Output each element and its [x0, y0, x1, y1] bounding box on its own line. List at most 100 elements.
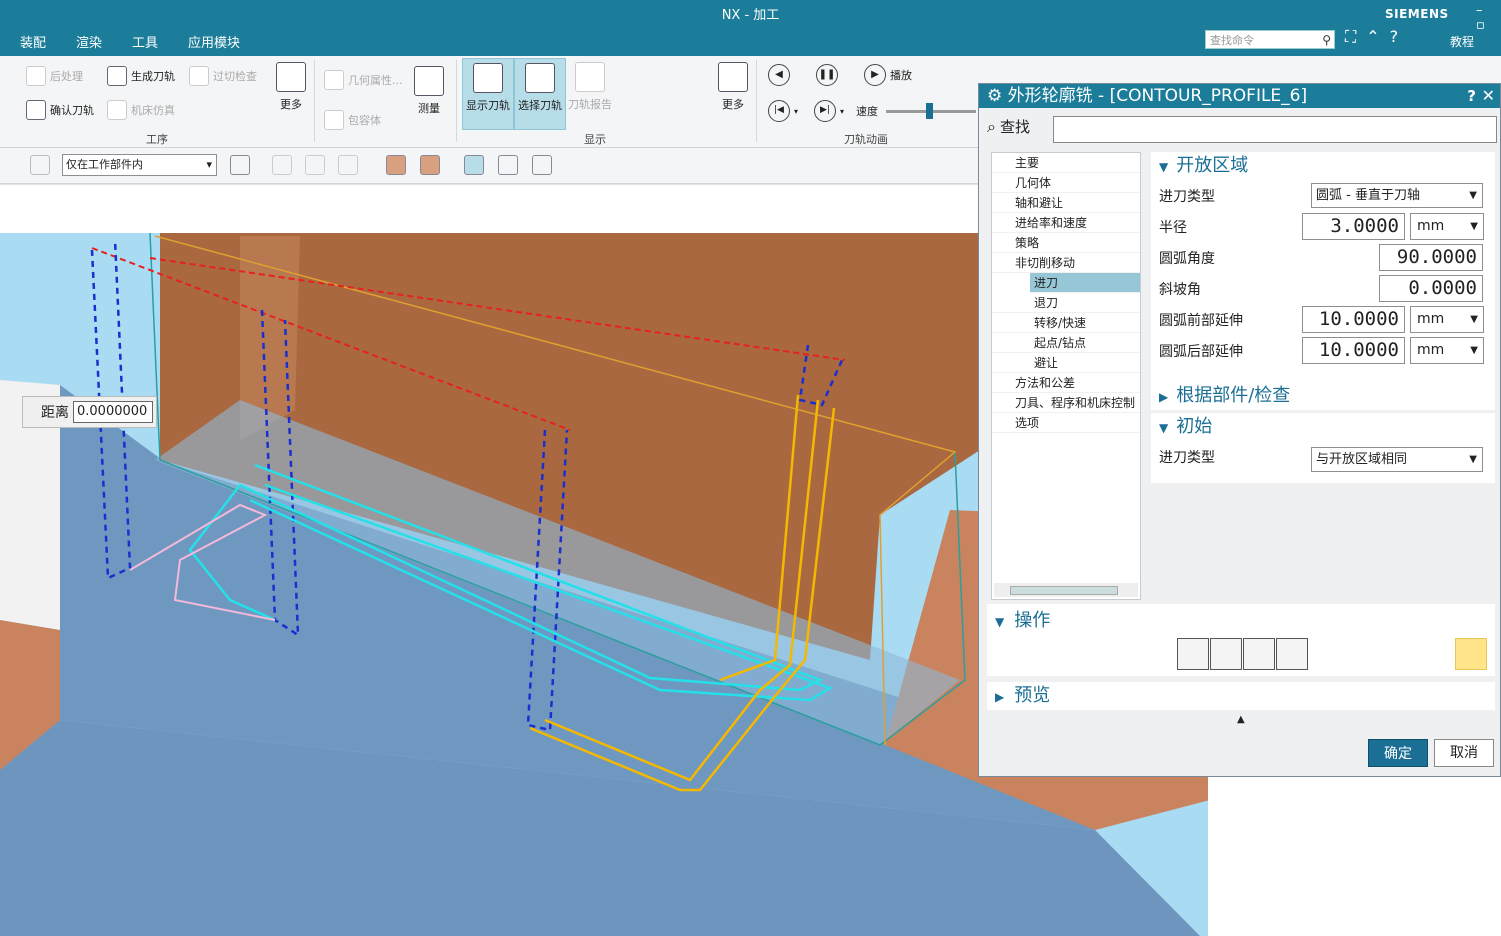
- tree-item-axis-avoid[interactable]: 轴和避让: [992, 193, 1140, 213]
- tree-item-method-tolerance[interactable]: 方法和公差: [992, 373, 1140, 393]
- tree-item-tool-program[interactable]: 刀具、程序和机床控制: [992, 393, 1140, 413]
- restore-icon[interactable]: ▫: [1476, 18, 1485, 33]
- tree-item-transfer[interactable]: 转移/快速: [992, 313, 1140, 333]
- mcs-icon[interactable]: [464, 155, 484, 175]
- expand-icon: ▶: [995, 690, 1005, 704]
- menu-assembly[interactable]: 装配: [20, 32, 46, 51]
- group-label-operation: 工序: [146, 133, 168, 146]
- pause-icon[interactable]: ❚❚: [816, 64, 838, 86]
- type-filter-icon[interactable]: [230, 155, 250, 175]
- radius-input[interactable]: 3.0000: [1302, 213, 1405, 240]
- settings-tree: 主要 几何体 轴和避让 进给率和速度 策略 非切削移动 进刀 退刀 转移/快速 …: [991, 152, 1141, 600]
- distance-input[interactable]: 0.0000000: [73, 401, 153, 423]
- cancel-button[interactable]: 取消: [1434, 739, 1494, 767]
- tree-item-non-cutting[interactable]: 非切削移动: [992, 253, 1140, 273]
- measure-button[interactable]: 测量: [414, 66, 444, 116]
- help-icon[interactable]: ?: [1467, 84, 1476, 108]
- tree-item-strategy[interactable]: 策略: [992, 233, 1140, 253]
- check-header[interactable]: ▶ 根据部件/检查: [1151, 382, 1495, 410]
- close-icon[interactable]: ✕: [1482, 84, 1495, 108]
- filter-icon[interactable]: [30, 155, 50, 175]
- menu-render[interactable]: 渲染: [76, 32, 102, 51]
- box-open-icon[interactable]: [420, 155, 440, 175]
- tree-item-main[interactable]: 主要: [992, 153, 1140, 173]
- tree-item-geometry[interactable]: 几何体: [992, 173, 1140, 193]
- generate-icon[interactable]: [1177, 638, 1209, 670]
- arc-angle-input[interactable]: 90.0000: [1379, 244, 1483, 271]
- check-section: ▶ 根据部件/检查: [1151, 382, 1495, 410]
- arc-front-unit-select[interactable]: mm ▼: [1410, 306, 1484, 333]
- select-path-button[interactable]: 选择刀轨: [514, 58, 566, 130]
- tree-item-retract[interactable]: 退刀: [992, 293, 1140, 313]
- tutorial-link[interactable]: 教程: [1450, 33, 1474, 50]
- hide-icon[interactable]: [532, 155, 552, 175]
- machine-simulation-button[interactable]: 机床仿真: [107, 100, 175, 120]
- tree-item-avoid[interactable]: 避让: [992, 353, 1140, 373]
- tree-item-feeds-speeds[interactable]: 进给率和速度: [992, 213, 1140, 233]
- arc-angle-row: 圆弧角度 90.0000: [1151, 242, 1495, 273]
- box-icon[interactable]: [386, 155, 406, 175]
- speed-slider[interactable]: [886, 102, 977, 119]
- tree-item-engage[interactable]: 进刀: [1030, 273, 1140, 293]
- postprocess-button[interactable]: 后处理: [26, 66, 83, 86]
- find-label: 查找: [999, 118, 1030, 136]
- play-icon[interactable]: ▶: [864, 64, 886, 86]
- arc-back-input[interactable]: 10.0000: [1302, 337, 1405, 364]
- select-path-icon[interactable]: [1455, 638, 1487, 670]
- step-back-icon[interactable]: |◀: [768, 100, 790, 122]
- verify-path-button[interactable]: 确认刀轨: [26, 100, 94, 120]
- settings-gear-icon[interactable]: ⚙: [987, 86, 1002, 106]
- open-area-header[interactable]: ▼ 开放区域: [1151, 152, 1495, 180]
- tree-item-options[interactable]: 选项: [992, 413, 1140, 433]
- rewind-icon[interactable]: ◀: [768, 64, 790, 86]
- select-region-icon[interactable]: [338, 155, 358, 175]
- arc-angle-label: 圆弧角度: [1159, 251, 1215, 267]
- menu-app-modules[interactable]: 应用模块: [188, 32, 240, 51]
- axis-icon[interactable]: [498, 155, 518, 175]
- ok-button[interactable]: 确定: [1368, 739, 1428, 767]
- step-forward-icon[interactable]: ▶|: [814, 100, 837, 122]
- binoculars-icon: ⌕: [987, 116, 996, 136]
- geometry-properties-button[interactable]: 几何属性...: [324, 70, 403, 90]
- help-icon[interactable]: ?: [1390, 27, 1399, 47]
- title-bar: NX - 加工 装配 渲染 工具 应用模块 SIEMENS –▫ 查找命令 ⚲ …: [0, 0, 1501, 56]
- preview-header[interactable]: ▶ 预览: [987, 682, 1495, 710]
- operations-header[interactable]: ▼ 操作: [987, 604, 1495, 632]
- collapse-ribbon-icon[interactable]: ⌃: [1366, 27, 1379, 47]
- minimize-icon[interactable]: –: [1476, 3, 1483, 18]
- radius-unit-select[interactable]: mm ▼: [1410, 213, 1484, 240]
- tree-item-start-point[interactable]: 起点/钻点: [992, 333, 1140, 353]
- gouge-check-button[interactable]: 过切检查: [189, 66, 257, 86]
- list-icon[interactable]: [1276, 638, 1308, 670]
- ramp-angle-label: 斜坡角: [1159, 282, 1201, 298]
- group-label-display: 显示: [584, 133, 606, 146]
- menu-tools[interactable]: 工具: [132, 32, 158, 51]
- more-display-button[interactable]: 更多: [718, 62, 748, 112]
- collapse-up-icon[interactable]: ▲: [1237, 714, 1245, 725]
- operations-section: ▼ 操作: [987, 604, 1495, 676]
- generate-path-button[interactable]: 生成刀轨: [107, 66, 175, 86]
- arc-back-unit-select[interactable]: mm ▼: [1410, 337, 1484, 364]
- bounding-body-button[interactable]: 包容体: [324, 110, 381, 130]
- initial-header[interactable]: ▼ 初始: [1151, 413, 1495, 441]
- ramp-angle-input[interactable]: 0.0000: [1379, 275, 1483, 302]
- select-feature-icon[interactable]: [305, 155, 325, 175]
- verify-icon[interactable]: [1243, 638, 1275, 670]
- search-icon[interactable]: ⚲: [1322, 31, 1331, 50]
- arc-front-input[interactable]: 10.0000: [1302, 306, 1405, 333]
- show-path-button[interactable]: 显示刀轨: [462, 58, 514, 130]
- path-report-button[interactable]: 刀轨报告: [568, 62, 612, 112]
- find-input[interactable]: [1053, 116, 1497, 143]
- collapse-icon: ▼: [995, 615, 1005, 629]
- scope-select[interactable]: 仅在工作部件内 ▾: [62, 154, 217, 176]
- more-operations-button[interactable]: 更多: [276, 62, 306, 112]
- initial-entry-type-select[interactable]: 与开放区域相同 ▼: [1311, 447, 1483, 472]
- replay-icon[interactable]: [1210, 638, 1242, 670]
- fullscreen-icon[interactable]: ⛶: [1345, 27, 1356, 47]
- snap-icon[interactable]: [272, 155, 292, 175]
- entry-type-select[interactable]: 圆弧 - 垂直于刀轴 ▼: [1311, 183, 1483, 208]
- tree-horizontal-scrollbar[interactable]: [994, 583, 1138, 597]
- command-search-input[interactable]: 查找命令 ⚲: [1205, 30, 1335, 49]
- play-button[interactable]: ◀ ❚❚ ▶ 播放: [768, 64, 912, 86]
- speed-label: 速度: [856, 105, 879, 118]
